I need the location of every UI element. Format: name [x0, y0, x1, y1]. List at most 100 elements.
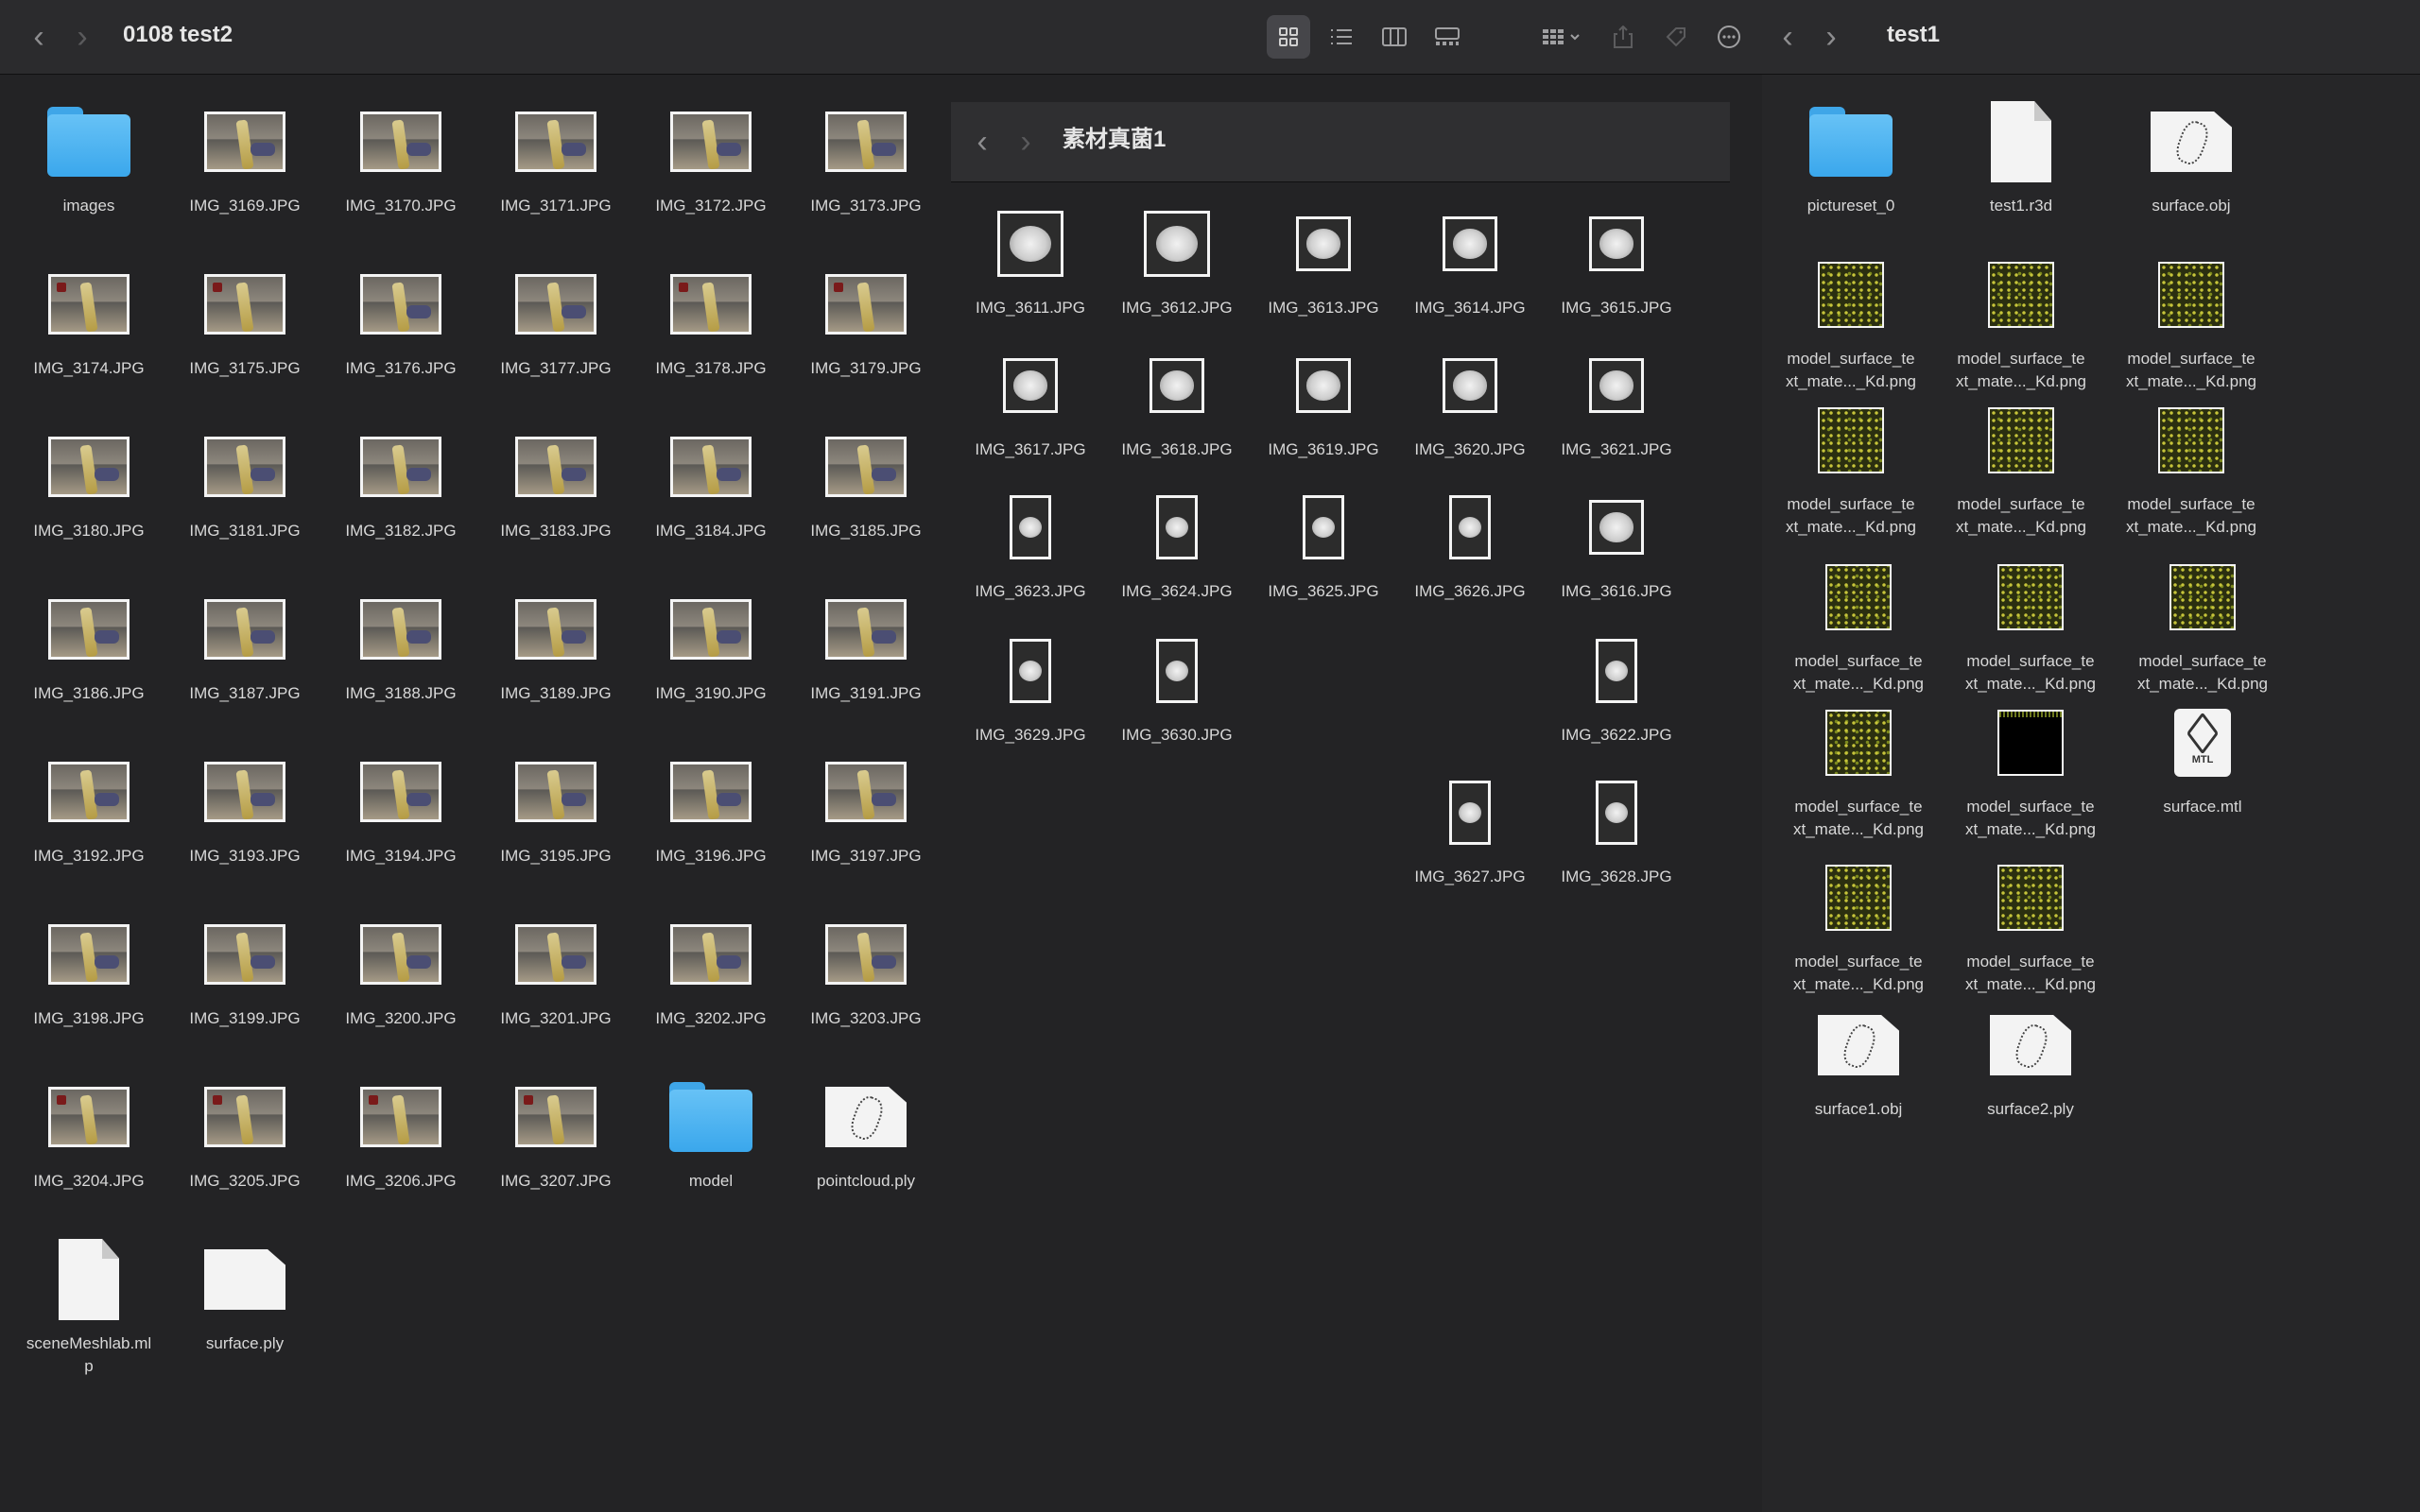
file-item[interactable]: model_surface_te xt_mate..._Kd.png [1772, 248, 1930, 393]
file-item[interactable]: IMG_3613.JPG [1244, 197, 1403, 319]
back-icon[interactable]: ‹ [17, 19, 60, 56]
file-item[interactable]: IMG_3629.JPG [951, 624, 1110, 747]
file-item[interactable]: test1.r3d [1942, 94, 2100, 217]
file-item[interactable]: pointcloud.ply [786, 1070, 945, 1193]
file-item[interactable]: IMG_3198.JPG [9, 907, 168, 1030]
thumbnail-area [165, 1232, 324, 1327]
file-item[interactable]: IMG_3614.JPG [1391, 197, 1549, 319]
back-icon[interactable]: ‹ [1766, 19, 1809, 56]
file-item[interactable]: IMG_3197.JPG [786, 745, 945, 868]
more-icon[interactable] [1707, 15, 1751, 59]
file-item[interactable]: IMG_3173.JPG [786, 94, 945, 217]
file-item[interactable]: IMG_3199.JPG [165, 907, 324, 1030]
file-item[interactable]: IMG_3196.JPG [631, 745, 790, 868]
file-item[interactable]: model_surface_te xt_mate..._Kd.png [1779, 550, 1938, 696]
file-item[interactable]: surface.ply [165, 1232, 324, 1355]
file-item[interactable]: IMG_3618.JPG [1098, 338, 1256, 461]
file-item[interactable]: model_surface_te xt_mate..._Kd.png [1951, 850, 2110, 996]
file-item[interactable]: IMG_3205.JPG [165, 1070, 324, 1193]
file-item[interactable]: IMG_3187.JPG [165, 582, 324, 705]
file-item[interactable]: IMG_3182.JPG [321, 420, 480, 542]
file-item[interactable]: IMG_3201.JPG [476, 907, 635, 1030]
file-item[interactable]: IMG_3207.JPG [476, 1070, 635, 1193]
file-item[interactable]: IMG_3621.JPG [1537, 338, 1696, 461]
file-item[interactable]: IMG_3184.JPG [631, 420, 790, 542]
file-item[interactable]: IMG_3181.JPG [165, 420, 324, 542]
file-item[interactable]: IMG_3186.JPG [9, 582, 168, 705]
file-item[interactable]: images [9, 94, 168, 217]
file-item[interactable]: IMG_3625.JPG [1244, 480, 1403, 603]
file-item[interactable]: IMG_3169.JPG [165, 94, 324, 217]
file-item[interactable]: MTL surface.mtl [2123, 696, 2282, 818]
file-item[interactable]: IMG_3628.JPG [1537, 765, 1696, 888]
file-item[interactable]: IMG_3176.JPG [321, 257, 480, 380]
list-view-icon[interactable] [1320, 15, 1363, 59]
column-view-icon[interactable] [1373, 15, 1416, 59]
file-item[interactable]: model_surface_te xt_mate..._Kd.png [1942, 248, 2100, 393]
tag-icon[interactable] [1654, 15, 1698, 59]
file-item[interactable]: IMG_3174.JPG [9, 257, 168, 380]
file-item[interactable]: model_surface_te xt_mate..._Kd.png [1772, 393, 1930, 539]
file-item[interactable]: model_surface_te xt_mate..._Kd.png [2112, 393, 2271, 539]
file-item[interactable]: model [631, 1070, 790, 1193]
file-item[interactable]: IMG_3615.JPG [1537, 197, 1696, 319]
forward-icon[interactable]: › [1809, 19, 1853, 56]
forward-icon[interactable]: › [60, 19, 104, 56]
file-item[interactable]: IMG_3202.JPG [631, 907, 790, 1030]
group-icon[interactable] [1535, 15, 1592, 59]
file-item[interactable]: IMG_3627.JPG [1391, 765, 1549, 888]
file-item[interactable]: IMG_3623.JPG [951, 480, 1110, 603]
file-item[interactable]: IMG_3619.JPG [1244, 338, 1403, 461]
file-item[interactable]: IMG_3188.JPG [321, 582, 480, 705]
image-thumbnail [1156, 639, 1198, 703]
file-item[interactable]: IMG_3178.JPG [631, 257, 790, 380]
file-label: model_surface_te xt_mate..._Kd.png [2137, 652, 2268, 693]
file-item[interactable]: surface1.obj [1779, 998, 1938, 1121]
file-item[interactable]: IMG_3203.JPG [786, 907, 945, 1030]
file-item[interactable]: model_surface_te xt_mate..._Kd.png [1951, 550, 2110, 696]
file-item[interactable]: model_surface_te xt_mate..._Kd.png [1779, 696, 1938, 841]
back-icon[interactable]: ‹ [960, 124, 1004, 161]
file-item[interactable]: model_surface_te xt_mate..._Kd.png [2123, 550, 2282, 696]
file-item[interactable]: IMG_3195.JPG [476, 745, 635, 868]
file-item[interactable]: IMG_3630.JPG [1098, 624, 1256, 747]
file-item[interactable]: IMG_3611.JPG [951, 197, 1110, 319]
forward-icon[interactable]: › [1004, 124, 1047, 161]
file-item[interactable]: IMG_3616.JPG [1537, 480, 1696, 603]
file-item[interactable]: pictureset_0 [1772, 94, 1930, 217]
file-item[interactable]: surface.obj [2112, 94, 2271, 217]
file-item[interactable]: IMG_3177.JPG [476, 257, 635, 380]
share-icon[interactable] [1601, 15, 1645, 59]
file-item[interactable]: IMG_3626.JPG [1391, 480, 1549, 603]
file-item[interactable]: model_surface_te xt_mate..._Kd.png [1942, 393, 2100, 539]
file-item[interactable]: IMG_3204.JPG [9, 1070, 168, 1193]
file-item[interactable]: IMG_3624.JPG [1098, 480, 1256, 603]
file-item[interactable]: surface2.ply [1951, 998, 2110, 1121]
file-item[interactable]: IMG_3206.JPG [321, 1070, 480, 1193]
file-item[interactable]: IMG_3171.JPG [476, 94, 635, 217]
file-item[interactable]: IMG_3183.JPG [476, 420, 635, 542]
file-item[interactable]: IMG_3200.JPG [321, 907, 480, 1030]
file-item[interactable]: IMG_3193.JPG [165, 745, 324, 868]
file-item[interactable]: IMG_3192.JPG [9, 745, 168, 868]
file-item[interactable]: IMG_3622.JPG [1537, 624, 1696, 747]
file-item[interactable]: IMG_3179.JPG [786, 257, 945, 380]
file-item[interactable]: model_surface_te xt_mate..._Kd.png [2112, 248, 2271, 393]
file-item[interactable]: IMG_3172.JPG [631, 94, 790, 217]
file-item[interactable]: IMG_3194.JPG [321, 745, 480, 868]
file-item[interactable]: IMG_3620.JPG [1391, 338, 1549, 461]
file-item[interactable]: IMG_3190.JPG [631, 582, 790, 705]
file-item[interactable]: IMG_3617.JPG [951, 338, 1110, 461]
file-item[interactable]: model_surface_te xt_mate..._Kd.png [1951, 696, 2110, 841]
file-item[interactable]: IMG_3612.JPG [1098, 197, 1256, 319]
icon-view-icon[interactable] [1267, 15, 1310, 59]
file-item[interactable]: IMG_3175.JPG [165, 257, 324, 380]
file-item[interactable]: IMG_3185.JPG [786, 420, 945, 542]
file-item[interactable]: model_surface_te xt_mate..._Kd.png [1779, 850, 1938, 996]
file-item[interactable]: sceneMeshlab.ml p [9, 1232, 168, 1378]
file-item[interactable]: IMG_3170.JPG [321, 94, 480, 217]
file-item[interactable]: IMG_3189.JPG [476, 582, 635, 705]
file-item[interactable]: IMG_3191.JPG [786, 582, 945, 705]
file-item[interactable]: IMG_3180.JPG [9, 420, 168, 542]
gallery-view-icon[interactable] [1426, 15, 1469, 59]
